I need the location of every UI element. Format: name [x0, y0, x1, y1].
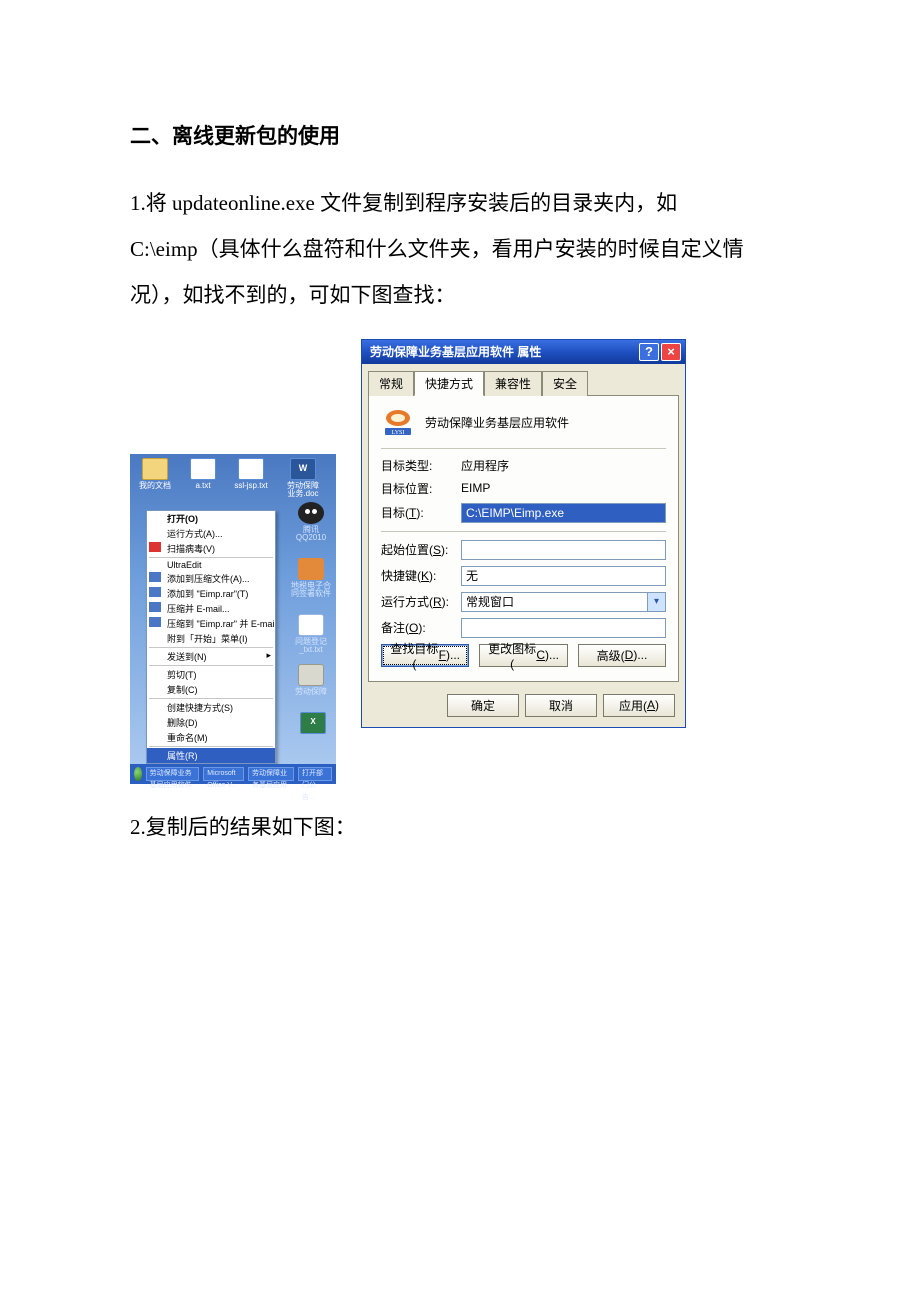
- context-menu-item-label: 创建快捷方式(S): [167, 703, 233, 713]
- side-icon-notes[interactable]: 问题登记 _txt.txt: [290, 614, 332, 656]
- label-target-loc: 目标位置:: [381, 480, 461, 497]
- desktop-icon-label: 我的文档: [139, 481, 171, 490]
- desktop-icon-atxt[interactable]: a.txt: [184, 458, 222, 491]
- taskbar: 劳动保障业务基层应用软件Microsoft Office V... 劳动保障业务基…: [130, 764, 336, 784]
- context-menu-item[interactable]: 发送到(N) ▸: [147, 649, 275, 664]
- side-icon-ysf[interactable]: 劳动保障: [290, 664, 332, 697]
- change-icon-button[interactable]: 更改图标(C)...: [479, 644, 568, 667]
- tab-body: LYSI 劳动保障业务基层应用软件 目标类型: 应用程序 目标位置: EIMP …: [368, 395, 679, 682]
- chevron-down-icon[interactable]: ▾: [647, 593, 665, 611]
- side-icon-label: 腾讯QQ2010: [296, 525, 326, 543]
- context-menu-item-label: 剪切(T): [167, 670, 197, 680]
- close-button[interactable]: ×: [661, 343, 681, 361]
- context-menu-item[interactable]: 扫描病毒(V): [147, 541, 275, 556]
- tab-shortcut[interactable]: 快捷方式: [414, 371, 484, 396]
- side-icon-label: 劳动保障: [295, 687, 327, 696]
- context-menu-item[interactable]: 压缩并 E-mail...: [147, 601, 275, 616]
- tab-compat[interactable]: 兼容性: [484, 371, 542, 396]
- context-menu-item[interactable]: 重命名(M): [147, 730, 275, 745]
- value-target-type: 应用程序: [461, 457, 666, 474]
- combo-run-value: 常规窗口: [466, 593, 514, 610]
- tabstrip: 常规 快捷方式 兼容性 安全: [362, 364, 685, 395]
- paragraph-2: 2.复制后的结果如下图：: [130, 804, 790, 850]
- context-menu-item-label: 打开(O): [167, 514, 198, 524]
- cancel-button[interactable]: 取消: [525, 694, 597, 717]
- label-startin: 起始位置(S):: [381, 541, 461, 558]
- context-menu-item[interactable]: 附到「开始」菜单(I): [147, 631, 275, 646]
- label-run: 运行方式(R):: [381, 593, 461, 610]
- context-menu-item-label: UltraEdit: [167, 560, 202, 570]
- context-menu-item-label: 发送到(N): [167, 652, 207, 662]
- ok-button[interactable]: 确定: [447, 694, 519, 717]
- tab-security[interactable]: 安全: [542, 371, 588, 396]
- context-menu-item-label: 压缩到 "Eimp.rar" 并 E-mail: [167, 619, 275, 629]
- context-menu-item[interactable]: 删除(D): [147, 715, 275, 730]
- desktop-icon-mydocs[interactable]: 我的文档: [136, 458, 174, 491]
- context-menu-item-label: 删除(D): [167, 718, 198, 728]
- taskbar-item[interactable]: 劳动保障业务基层应用: [248, 767, 294, 781]
- context-menu-item-label: 压缩并 E-mail...: [167, 604, 230, 614]
- input-startin[interactable]: [461, 540, 666, 560]
- tab-general[interactable]: 常规: [368, 371, 414, 396]
- combo-run[interactable]: 常规窗口 ▾: [461, 592, 666, 612]
- context-menu-item-label: 属性(R): [167, 751, 198, 761]
- context-menu-item-label: 扫描病毒(V): [167, 544, 215, 554]
- titlebar[interactable]: 劳动保障业务基层应用软件 属性 ? ×: [362, 340, 685, 364]
- label-target: 目标(T):: [381, 504, 461, 521]
- context-menu: 打开(O) 运行方式(A)... 扫描病毒(V) UltraEdit 添加到压缩文件(A…: [146, 510, 276, 764]
- app-name: 劳动保障业务基层应用软件: [425, 414, 569, 431]
- context-menu-item-label: 添加到 "Eimp.rar"(T): [167, 589, 248, 599]
- section-heading: 二、离线更新包的使用: [130, 120, 790, 150]
- context-menu-item-label: 重命名(M): [167, 733, 208, 743]
- desktop-icon-label: 劳动保障业务.doc: [287, 481, 319, 499]
- properties-dialog: 劳动保障业务基层应用软件 属性 ? × 常规 快捷方式 兼容性 安全: [361, 339, 686, 728]
- figure-row: 我的文档 a.txt ssl-jsp.txt W 劳动保障业务.doc: [130, 339, 790, 784]
- side-icon-label: 问题登记 _txt.txt: [295, 637, 327, 655]
- label-comment: 备注(O):: [381, 619, 461, 636]
- desktop-icon-label: ssl-jsp.txt: [234, 481, 267, 490]
- input-shortcutkey[interactable]: [461, 566, 666, 586]
- dialog-title: 劳动保障业务基层应用软件 属性: [370, 343, 541, 360]
- value-target-loc: EIMP: [461, 481, 666, 495]
- desktop-screenshot: 我的文档 a.txt ssl-jsp.txt W 劳动保障业务.doc: [130, 454, 336, 784]
- label-target-type: 目标类型:: [381, 457, 461, 474]
- input-comment[interactable]: [461, 618, 666, 638]
- context-menu-item-label: 复制(C): [167, 685, 198, 695]
- context-menu-item-label: 附到「开始」菜单(I): [167, 634, 248, 644]
- chevron-right-icon: ▸: [266, 650, 271, 661]
- apply-button[interactable]: 应用(A): [603, 694, 675, 717]
- side-icon-qq[interactable]: 腾讯QQ2010: [290, 502, 332, 544]
- desktop-icon-ssljsp[interactable]: ssl-jsp.txt: [232, 458, 270, 491]
- context-menu-item[interactable]: 添加到压缩文件(A)...: [147, 571, 275, 586]
- context-menu-item[interactable]: 运行方式(A)...: [147, 526, 275, 541]
- start-button[interactable]: [134, 767, 142, 781]
- context-menu-item[interactable]: UltraEdit: [147, 559, 275, 571]
- taskbar-item[interactable]: Microsoft Office V...: [203, 767, 244, 781]
- side-icon-excel[interactable]: X: [294, 712, 332, 736]
- find-target-button[interactable]: 查找目标(F)...: [381, 644, 469, 667]
- paragraph-1b: C:\eimp（具体什么盘符和什么文件夹，看用户安装的时候自定义情况），如找不到…: [130, 226, 790, 318]
- context-menu-item[interactable]: 压缩到 "Eimp.rar" 并 E-mail: [147, 616, 275, 631]
- svg-text:LYSI: LYSI: [392, 430, 405, 436]
- context-menu-item[interactable]: 创建快捷方式(S): [147, 700, 275, 715]
- side-icon-label: 地税电子合同签署软件: [291, 581, 331, 599]
- context-menu-item[interactable]: 打开(O): [147, 511, 275, 526]
- input-target[interactable]: [461, 503, 666, 523]
- advanced-button[interactable]: 高级(D)...: [578, 644, 666, 667]
- context-menu-item[interactable]: 添加到 "Eimp.rar"(T): [147, 586, 275, 601]
- desktop-icon-worddoc[interactable]: W 劳动保障业务.doc: [284, 458, 322, 500]
- context-menu-item[interactable]: 复制(C): [147, 682, 275, 697]
- help-button[interactable]: ?: [639, 343, 659, 361]
- taskbar-item[interactable]: 劳动保障业务基层应用软件: [146, 767, 200, 781]
- taskbar-item[interactable]: 打开部门公告...: [298, 767, 332, 781]
- label-shortcutkey: 快捷键(K):: [381, 567, 461, 584]
- paragraph-1a: 1.将 updateonline.exe 文件复制到程序安装后的目录夹内，如: [130, 180, 790, 226]
- context-menu-item-label: 运行方式(A)...: [167, 529, 223, 539]
- side-icon-elec[interactable]: 地税电子合同签署软件: [290, 558, 332, 600]
- context-menu-item[interactable]: 属性(R): [147, 748, 275, 763]
- context-menu-item[interactable]: 剪切(T): [147, 667, 275, 682]
- context-menu-item-label: 添加到压缩文件(A)...: [167, 574, 250, 584]
- desktop-icon-label: a.txt: [195, 481, 210, 490]
- app-icon: LYSI: [381, 408, 415, 438]
